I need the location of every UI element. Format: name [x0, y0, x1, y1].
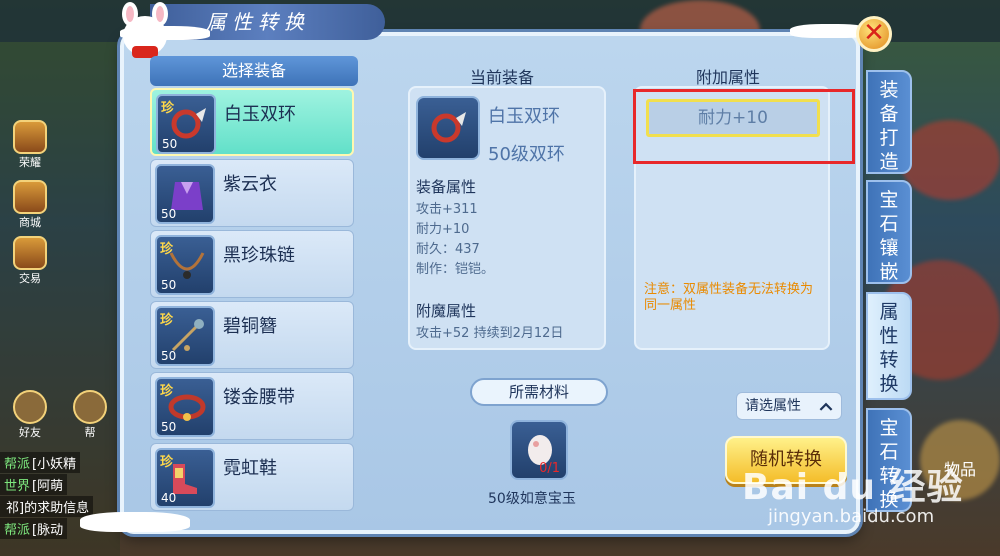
equipment-thumbnail: 珍 40	[155, 448, 215, 508]
equipment-thumbnail: 珍 50	[155, 377, 215, 437]
glory-button[interactable]: 荣耀	[10, 120, 50, 172]
attribute-line: 攻击+311	[416, 202, 478, 217]
material-count: 0/1	[539, 461, 560, 476]
tab-gem-inlay[interactable]: 宝石镶嵌	[866, 180, 912, 284]
snow-decoration	[120, 26, 210, 40]
highlight-annotation	[633, 89, 855, 164]
material-slot[interactable]: 0/1	[510, 420, 568, 480]
item-level: 50	[162, 137, 178, 151]
shop-button[interactable]: 商城	[10, 180, 50, 232]
close-icon: ✕	[863, 18, 885, 48]
chat-line: 祁]的求助信息	[0, 496, 94, 517]
equipment-thumbnail: 珍 50	[155, 235, 215, 295]
close-button[interactable]: ✕	[856, 16, 892, 52]
item-level: 50	[161, 420, 177, 434]
rare-tag: 珍	[160, 313, 174, 328]
chat-line: 世界 [阿萌	[0, 474, 68, 495]
equipment-name: 霓虹鞋	[223, 458, 277, 479]
attribute-line: 耐久：437	[416, 242, 480, 257]
current-equipment-title: 当前装备	[470, 68, 535, 87]
tab-attribute-convert[interactable]: 属性转换	[866, 292, 912, 400]
enchant-line: 攻击+52 持续到2月12日	[416, 326, 564, 341]
background-decoration	[900, 120, 1000, 200]
snow-decoration	[80, 512, 190, 532]
current-equipment-type: 50级双环	[488, 144, 565, 165]
tab-equipment-forge[interactable]: 装备打造	[866, 70, 912, 174]
enchant-attributes-title: 附魔属性	[416, 302, 477, 320]
guild-button[interactable]: 帮	[70, 390, 110, 442]
equipment-name: 黑珍珠链	[223, 245, 295, 266]
equipment-thumbnail: 珍 50	[155, 306, 215, 366]
item-level: 50	[161, 278, 177, 292]
equipment-item-heizhenzhu-lian[interactable]: 珍 50 黑珍珠链	[150, 230, 354, 298]
select-attribute-dropdown[interactable]: 请选属性	[736, 392, 842, 420]
equipment-name: 碧铜簪	[223, 316, 277, 337]
trade-button[interactable]: 交易	[10, 236, 50, 288]
item-level: 40	[161, 491, 177, 505]
attribute-line: 制作：铠铠。	[416, 262, 495, 277]
rare-tag: 珍	[160, 455, 174, 470]
equipment-name: 紫云衣	[223, 174, 277, 195]
equipment-item-baiyu-shuanghuan[interactable]: 珍 50 白玉双环	[150, 88, 354, 156]
warning-note: 注意：双属性装备无法转换为同一属性	[644, 282, 814, 313]
current-equipment-name: 白玉双环	[488, 106, 560, 127]
chat-line: 帮派 [小妖精	[0, 452, 81, 473]
rare-tag: 珍	[160, 384, 174, 399]
friends-button[interactable]: 好友	[10, 390, 50, 442]
equipment-item-nihong-xie[interactable]: 珍 40 霓虹鞋	[150, 443, 354, 511]
material-name: 50级如意宝玉	[488, 491, 576, 507]
attribute-line: 耐力+10	[416, 222, 470, 237]
ring-weapon-icon	[431, 112, 466, 143]
rare-tag: 珍	[160, 242, 174, 257]
watermark-logo: Bai du 经验	[742, 467, 964, 508]
equipment-item-loujin-yaodai[interactable]: 珍 50 镂金腰带	[150, 372, 354, 440]
watermark-url: jingyan.baidu.com	[768, 506, 935, 527]
equipment-name: 镂金腰带	[223, 387, 295, 408]
select-attribute-label: 请选属性	[745, 398, 801, 414]
chat-line: 帮派 [脉动	[0, 518, 68, 539]
equipment-item-ziyun-yi[interactable]: 50 紫云衣	[150, 159, 354, 227]
equipment-name: 白玉双环	[224, 104, 296, 125]
current-equipment-thumbnail	[416, 96, 480, 160]
item-level: 50	[161, 349, 177, 363]
select-equipment-header: 选择装备	[150, 56, 358, 86]
item-level: 50	[161, 207, 177, 221]
required-materials-label: 所需材料	[470, 378, 608, 406]
equipment-thumbnail: 50	[155, 164, 215, 224]
extra-attribute-title: 附加属性	[696, 68, 761, 87]
equipment-item-bitong-zan[interactable]: 珍 50 碧铜簪	[150, 301, 354, 369]
equipment-thumbnail: 珍 50	[156, 94, 216, 154]
equipment-attributes-title: 装备属性	[416, 178, 477, 196]
chevron-up-icon	[819, 402, 833, 411]
rare-tag: 珍	[161, 101, 175, 116]
